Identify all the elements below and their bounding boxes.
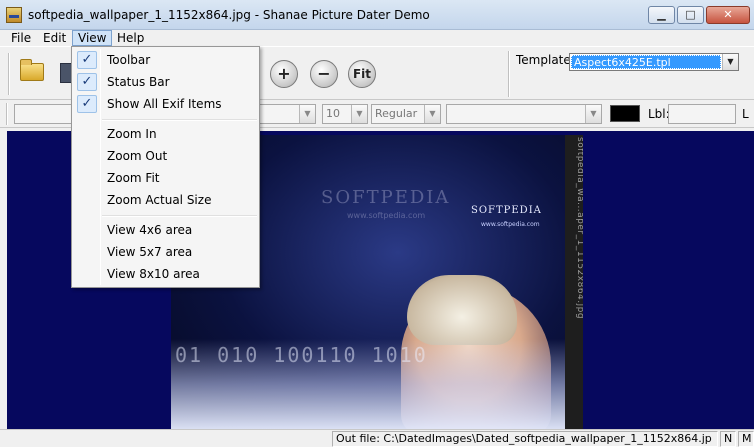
font-style-value: Regular — [375, 107, 418, 120]
template-value: Aspect6x425E.tpl — [571, 55, 721, 69]
format-combo[interactable]: ▼ — [446, 104, 602, 124]
title-bar[interactable]: softpedia_wallpaper_1_1152x864.jpg - Sha… — [0, 0, 754, 30]
toolbar-grip — [8, 53, 10, 95]
template-label: Template: — [516, 53, 575, 67]
color-swatch[interactable] — [610, 105, 640, 122]
menu-item-zoom-fit[interactable]: Zoom Fit — [74, 168, 257, 188]
menu-help[interactable]: Help — [112, 30, 149, 46]
status-out-file: Out file: C:\DatedImages\Dated_softpedia… — [332, 431, 718, 447]
view-menu: ✓ Toolbar ✓ Status Bar ✓ Show All Exif I… — [71, 46, 260, 288]
status-bar: Out file: C:\DatedImages\Dated_softpedia… — [0, 429, 754, 447]
maximize-icon: □ — [685, 8, 696, 21]
menu-item-status-bar[interactable]: ✓ Status Bar — [74, 72, 257, 92]
menu-item-label: Toolbar — [107, 53, 151, 67]
menu-item-view-4x6[interactable]: View 4x6 area — [74, 220, 257, 240]
lbl-input[interactable] — [668, 104, 736, 124]
window-controls: ▁ □ ✕ — [648, 6, 750, 24]
photo-side-text: softpedia_wa...aper_1_1152x864.jpg — [575, 137, 583, 320]
chevron-down-icon[interactable]: ▼ — [722, 54, 738, 70]
font-toolbar-grip — [6, 103, 8, 125]
truncated-label: L — [742, 107, 749, 121]
minimize-button[interactable]: ▁ — [648, 6, 675, 24]
watermark-url: www.softpedia.com — [347, 211, 426, 220]
template-select[interactable]: Aspect6x425E.tpl ▼ — [569, 53, 739, 71]
menu-bar: File Edit View Help — [0, 30, 754, 46]
menu-item-label: Show All Exif Items — [107, 97, 222, 111]
menu-item-label: Status Bar — [107, 75, 170, 89]
check-icon: ✓ — [77, 95, 97, 113]
status-cell-3: M — [738, 431, 754, 447]
menu-item-show-all-exif[interactable]: ✓ Show All Exif Items — [74, 94, 257, 114]
check-icon: ✓ — [77, 73, 97, 91]
brand-url: www.softpedia.com — [481, 221, 540, 228]
menu-file[interactable]: File — [6, 30, 36, 46]
chevron-down-icon[interactable]: ▼ — [585, 105, 601, 123]
font-style-combo[interactable]: Regular ▼ — [371, 104, 441, 124]
toolbar-separator — [508, 51, 510, 97]
watermark-text: SOFTPEDIA — [321, 187, 451, 208]
zoom-fit-button[interactable]: Fit — [348, 60, 376, 88]
status-cell-2: N — [720, 431, 736, 447]
open-folder-icon[interactable] — [20, 59, 44, 81]
font-size-value: 10 — [326, 107, 340, 120]
zoom-out-button[interactable]: − — [310, 60, 338, 88]
lbl-label: Lbl: — [648, 107, 670, 121]
font-size-combo[interactable]: 10 ▼ — [322, 104, 368, 124]
photo-digits: 01 010 100110 1010 — [175, 343, 428, 367]
menu-item-zoom-actual-size[interactable]: Zoom Actual Size — [74, 190, 257, 210]
check-icon: ✓ — [77, 51, 97, 69]
menu-divider — [102, 119, 257, 121]
photo-subject-hair — [407, 275, 517, 345]
close-button[interactable]: ✕ — [706, 6, 750, 24]
zoom-in-button[interactable]: + — [270, 60, 298, 88]
chevron-down-icon[interactable]: ▼ — [299, 105, 315, 123]
menu-view[interactable]: View — [72, 30, 113, 46]
photo-side-strip: softpedia_wa...aper_1_1152x864.jpg — [565, 135, 583, 429]
maximize-button[interactable]: □ — [677, 6, 704, 24]
menu-item-toolbar[interactable]: ✓ Toolbar — [74, 50, 257, 70]
menu-item-zoom-out[interactable]: Zoom Out — [74, 146, 257, 166]
chevron-down-icon[interactable]: ▼ — [424, 105, 440, 123]
close-icon: ✕ — [723, 8, 733, 21]
window-title: softpedia_wallpaper_1_1152x864.jpg - Sha… — [28, 8, 430, 22]
chevron-down-icon[interactable]: ▼ — [351, 105, 367, 123]
menu-item-view-5x7[interactable]: View 5x7 area — [74, 242, 257, 262]
app-icon[interactable] — [6, 7, 22, 23]
brand-text: SOFTPEDIA — [471, 205, 542, 216]
menu-item-zoom-in[interactable]: Zoom In — [74, 124, 257, 144]
menu-item-view-8x10[interactable]: View 8x10 area — [74, 264, 257, 284]
minimize-icon: ▁ — [657, 8, 666, 21]
menu-divider — [102, 215, 257, 217]
menu-edit[interactable]: Edit — [38, 30, 71, 46]
